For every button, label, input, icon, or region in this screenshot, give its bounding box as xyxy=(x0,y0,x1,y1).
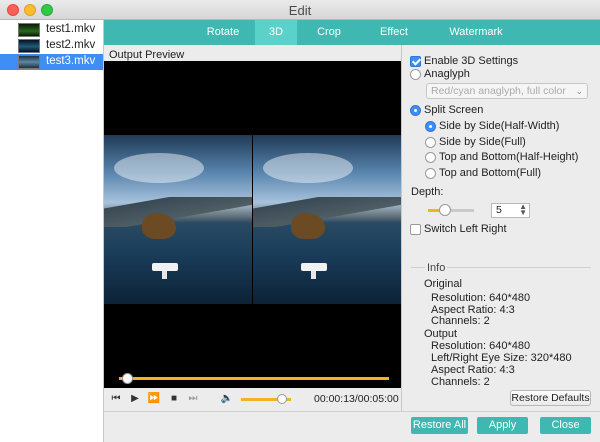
output-eye-size: Left/Right Eye Size: 320*480 xyxy=(431,352,572,364)
top-bottom-half-label: Top and Bottom(Half-Height) xyxy=(439,151,579,163)
anaglyph-select[interactable]: Red/cyan anaglyph, full color ⌄ xyxy=(426,83,588,99)
original-label: Original xyxy=(424,278,462,290)
restore-all-button[interactable]: Restore All xyxy=(411,417,468,434)
file-list: test1.mkv test2.mkv test3.mkv xyxy=(0,20,104,442)
output-aspect-ratio: Aspect Ratio: 4:3 xyxy=(431,364,515,376)
output-label: Output xyxy=(424,328,458,340)
left-eye-view xyxy=(104,135,252,304)
next-frame-icon[interactable]: ⏭ xyxy=(186,392,200,406)
file-name: test2.mkv xyxy=(46,39,96,51)
tab-effect[interactable]: Effect xyxy=(360,20,428,45)
depth-handle[interactable] xyxy=(439,204,451,216)
original-resolution: Resolution: 640*480 xyxy=(431,292,531,304)
playback-controls: ⏮ ▶ ⏩ ■ ⏭ 🔈 00:00:13/00:05:00 xyxy=(104,388,401,410)
file-item-test1[interactable]: test1.mkv xyxy=(0,22,103,38)
top-bottom-full-label: Top and Bottom(Full) xyxy=(439,167,542,179)
output-resolution: Resolution: 640*480 xyxy=(431,340,531,352)
top-bottom-half-radio[interactable] xyxy=(425,152,436,163)
side-by-side-half-label: Side by Side(Half-Width) xyxy=(439,120,560,132)
close-button[interactable]: Close xyxy=(540,417,591,434)
tab-crop[interactable]: Crop xyxy=(304,20,354,45)
tab-watermark[interactable]: Watermark xyxy=(438,20,514,45)
previous-frame-icon[interactable]: ⏮ xyxy=(109,392,123,406)
enable-3d-label: Enable 3D Settings xyxy=(424,55,519,67)
output-preview-label: Output Preview xyxy=(109,49,185,61)
video-preview xyxy=(104,61,401,388)
file-name: test1.mkv xyxy=(46,23,96,35)
file-item-test3[interactable]: test3.mkv xyxy=(0,54,103,70)
enable-3d-checkbox[interactable] xyxy=(410,56,421,67)
depth-slider[interactable] xyxy=(428,209,474,212)
video-thumbnail xyxy=(18,23,40,37)
switch-left-right-checkbox[interactable] xyxy=(410,224,421,235)
video-thumbnail xyxy=(18,55,40,69)
depth-label: Depth: xyxy=(411,186,444,198)
stop-icon[interactable]: ■ xyxy=(167,392,181,406)
time-display: 00:00:13/00:05:00 xyxy=(314,393,399,405)
output-channels: Channels: 2 xyxy=(431,376,490,388)
split-screen-radio[interactable] xyxy=(410,105,421,116)
info-title: Info xyxy=(425,262,448,274)
tab-rotate[interactable]: Rotate xyxy=(192,20,254,45)
anaglyph-label: Anaglyph xyxy=(424,68,470,80)
video-thumbnail xyxy=(18,39,40,53)
tab-bar: Rotate 3D Crop Effect Watermark xyxy=(104,20,600,45)
side-by-side-full-label: Side by Side(Full) xyxy=(439,136,526,148)
apply-button[interactable]: Apply xyxy=(477,417,528,434)
switch-left-right-label: Switch Left Right xyxy=(424,223,507,235)
play-icon[interactable]: ▶ xyxy=(128,392,142,406)
tab-3d[interactable]: 3D xyxy=(255,20,297,45)
chevron-down-icon: ⌄ xyxy=(575,86,583,96)
file-name: test3.mkv xyxy=(46,55,96,67)
split-screen-label: Split Screen xyxy=(424,104,484,116)
anaglyph-radio[interactable] xyxy=(410,69,421,80)
seek-track[interactable] xyxy=(119,377,389,380)
stepper-arrows-icon[interactable]: ▲ ▼ xyxy=(519,203,527,217)
anaglyph-select-value: Red/cyan anaglyph, full color xyxy=(431,85,566,97)
seek-bar[interactable] xyxy=(104,370,401,388)
side-by-side-half-radio[interactable] xyxy=(425,121,436,132)
title-bar: Edit xyxy=(0,0,600,20)
window-title: Edit xyxy=(288,3,312,18)
seek-handle[interactable] xyxy=(122,373,134,384)
restore-defaults-button[interactable]: Restore Defaults xyxy=(510,390,591,406)
file-item-test2[interactable]: test2.mkv xyxy=(0,38,103,54)
depth-value: 5 xyxy=(496,204,502,216)
volume-icon[interactable]: 🔈 xyxy=(220,392,234,406)
original-channels: Channels: 2 xyxy=(431,315,490,327)
side-by-side-full-radio[interactable] xyxy=(425,137,436,148)
volume-handle[interactable] xyxy=(277,394,287,404)
fast-forward-icon[interactable]: ⏩ xyxy=(147,392,161,406)
top-bottom-full-radio[interactable] xyxy=(425,168,436,179)
right-eye-view xyxy=(253,135,401,304)
depth-stepper[interactable]: 5 ▲ ▼ xyxy=(491,203,530,218)
